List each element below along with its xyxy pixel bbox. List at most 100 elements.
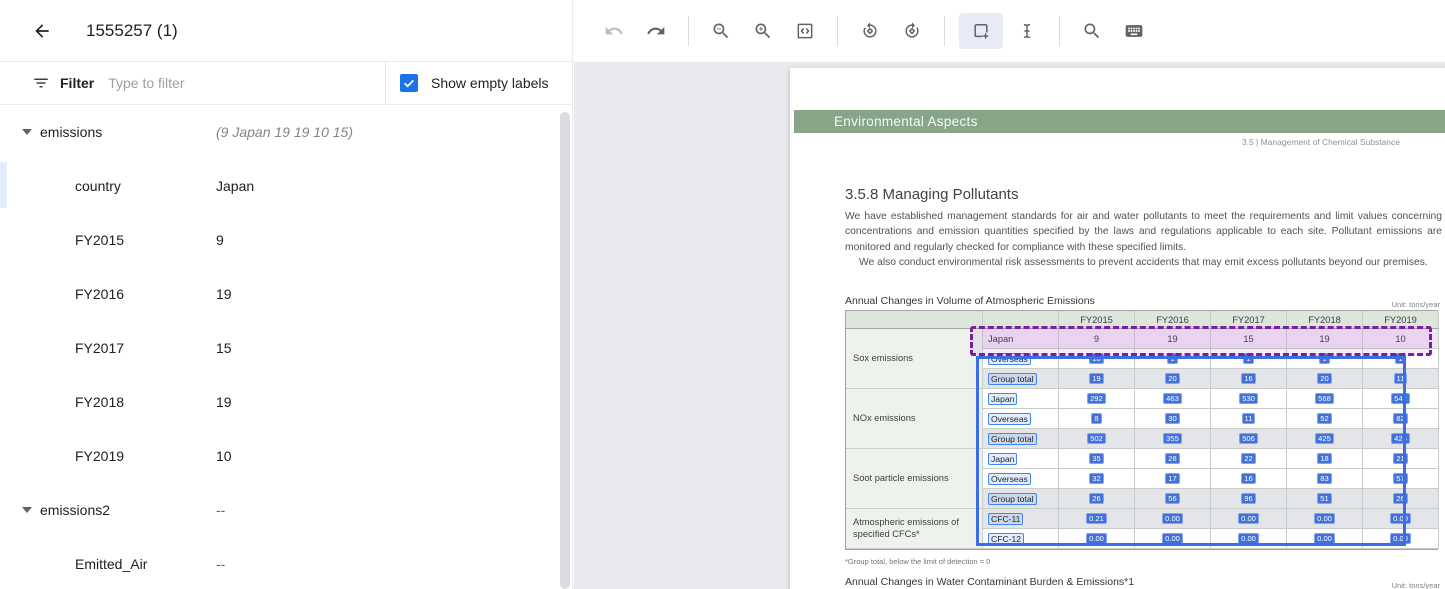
field-row-fy2018[interactable]: FY201819 <box>0 375 560 429</box>
annotated-value[interactable]: 425 <box>1315 433 1334 444</box>
annotated-value[interactable]: 0.00 <box>1238 533 1259 544</box>
annotated-value[interactable]: 22 <box>1241 453 1255 464</box>
table-value-cell[interactable]: 19 <box>1287 329 1363 349</box>
annotated-label[interactable]: Japan <box>988 453 1017 465</box>
annotated-value[interactable]: 19 <box>1089 373 1103 384</box>
table-value-cell[interactable]: 530 <box>1211 389 1287 409</box>
annotated-value[interactable]: 30 <box>1165 413 1179 424</box>
fit-to-width-button[interactable] <box>787 13 823 49</box>
annotated-label[interactable]: Overseas <box>988 353 1031 365</box>
add-bounding-box-button[interactable] <box>959 13 1003 49</box>
annotated-value[interactable]: 1 <box>1167 353 1177 364</box>
table-value-cell[interactable]: 568 <box>1287 389 1363 409</box>
table-value-cell[interactable]: 21 <box>1363 449 1439 469</box>
table-value-cell[interactable]: 1 <box>1363 349 1439 369</box>
annotated-value[interactable]: 16 <box>1241 473 1255 484</box>
annotated-value[interactable]: 502 <box>1087 433 1106 444</box>
table-row-label-cell[interactable]: Japan <box>983 389 1059 409</box>
annotated-value[interactable]: 1 <box>1395 353 1405 364</box>
annotated-value[interactable]: 0.00 <box>1086 533 1107 544</box>
table-value-cell[interactable]: 0.00 <box>1363 529 1439 549</box>
annotated-value[interactable]: 530 <box>1239 393 1258 404</box>
table-value-cell[interactable]: 16 <box>1211 469 1287 489</box>
table-value-cell[interactable]: 506 <box>1211 429 1287 449</box>
table-row-label-cell[interactable]: Japan <box>983 329 1059 349</box>
annotated-value[interactable]: 11 <box>1394 373 1408 384</box>
annotated-value[interactable]: 52 <box>1317 413 1331 424</box>
table-value-cell[interactable]: 1 <box>1287 349 1363 369</box>
table-value-cell[interactable]: 8 <box>1059 409 1135 429</box>
field-row-fy2015[interactable]: FY20159 <box>0 213 560 267</box>
annotated-value[interactable]: 506 <box>1239 433 1258 444</box>
rotate-right-button[interactable] <box>894 13 930 49</box>
annotated-label[interactable]: Group total <box>988 493 1037 505</box>
table-value-cell[interactable]: 35 <box>1059 449 1135 469</box>
field-row-emissions[interactable]: emissions(9 Japan 19 19 10 15) <box>0 105 560 159</box>
keyboard-shortcuts-button[interactable] <box>1116 13 1152 49</box>
collapse-triangle-icon[interactable] <box>22 507 32 513</box>
table-value-cell[interactable]: 19 <box>1059 369 1135 389</box>
annotated-value[interactable]: 463 <box>1163 393 1182 404</box>
table-value-cell[interactable]: 26 <box>1059 489 1135 509</box>
table-value-cell[interactable]: 425 <box>1287 429 1363 449</box>
annotated-value[interactable]: 32 <box>1089 473 1103 484</box>
annotated-label[interactable]: Group total <box>988 373 1037 385</box>
annotated-value[interactable]: 11 <box>1242 413 1256 424</box>
table-value-cell[interactable]: 17 <box>1135 469 1211 489</box>
table-value-cell[interactable]: 355 <box>1135 429 1211 449</box>
table-value-cell[interactable]: 0.21 <box>1059 509 1135 529</box>
annotated-value[interactable]: 20 <box>1165 373 1179 384</box>
redo-button[interactable] <box>638 13 674 49</box>
table-value-cell[interactable]: 542 <box>1363 389 1439 409</box>
annotated-value[interactable]: 1 <box>1243 353 1253 364</box>
table-value-cell[interactable]: 1 <box>1135 349 1211 369</box>
table-row-label-cell[interactable]: Group total <box>983 489 1059 509</box>
search-button[interactable] <box>1074 13 1110 49</box>
table-value-cell[interactable]: 0.00 <box>1211 529 1287 549</box>
field-row-fy2017[interactable]: FY201715 <box>0 321 560 375</box>
annotated-value[interactable]: 0.00 <box>1390 533 1411 544</box>
table-value-cell[interactable]: 10 <box>1363 329 1439 349</box>
table-value-cell[interactable]: 19 <box>1135 329 1211 349</box>
table-value-cell[interactable]: 463 <box>1135 389 1211 409</box>
field-row-emissions2[interactable]: emissions2-- <box>0 483 560 537</box>
annotated-value[interactable]: 57 <box>1393 473 1407 484</box>
table-value-cell[interactable]: 15 <box>1211 329 1287 349</box>
table-value-cell[interactable]: 51 <box>1287 489 1363 509</box>
table-value-cell[interactable]: 18 <box>1287 449 1363 469</box>
annotated-value[interactable]: 16 <box>1241 373 1255 384</box>
table-row-label-cell[interactable]: Group total <box>983 369 1059 389</box>
annotated-value[interactable]: 355 <box>1163 433 1182 444</box>
field-row-country[interactable]: countryJapan <box>0 159 560 213</box>
annotated-value[interactable]: 21 <box>1393 453 1407 464</box>
table-row-label-cell[interactable]: Overseas <box>983 409 1059 429</box>
table-value-cell[interactable]: 1 <box>1211 349 1287 369</box>
document-canvas[interactable]: Environmental Aspects 3.5 | Management o… <box>574 62 1445 589</box>
table-value-cell[interactable]: 96 <box>1211 489 1287 509</box>
rotate-left-button[interactable] <box>852 13 888 49</box>
table-value-cell[interactable]: 0.00 <box>1135 529 1211 549</box>
annotated-value[interactable]: 51 <box>1317 493 1331 504</box>
field-row-emitted_air[interactable]: Emitted_Air-- <box>0 537 560 589</box>
annotated-label[interactable]: CFC-12 <box>988 533 1024 545</box>
annotated-value[interactable]: 0.00 <box>1314 513 1335 524</box>
annotated-value[interactable]: 542 <box>1391 393 1410 404</box>
table-row-label-cell[interactable]: CFC-11 <box>983 509 1059 529</box>
annotated-value[interactable]: 0.21 <box>1086 513 1107 524</box>
annotated-value[interactable]: 83 <box>1317 473 1331 484</box>
annotated-value[interactable]: 82 <box>1393 413 1407 424</box>
field-row-fy2019[interactable]: FY201910 <box>0 429 560 483</box>
table-value-cell[interactable]: 11 <box>1363 369 1439 389</box>
checkbox-checked-icon[interactable] <box>400 74 418 92</box>
table-value-cell[interactable]: 11 <box>1211 409 1287 429</box>
table-value-cell[interactable]: 0.00 <box>1135 509 1211 529</box>
table-value-cell[interactable]: 425 <box>1363 429 1439 449</box>
text-select-button[interactable] <box>1009 13 1045 49</box>
annotated-value[interactable]: 0.00 <box>1162 513 1183 524</box>
annotated-value[interactable]: 0.00 <box>1162 533 1183 544</box>
annotated-value[interactable]: 8 <box>1091 413 1101 424</box>
table-value-cell[interactable]: 83 <box>1287 469 1363 489</box>
table-value-cell[interactable]: 0.00 <box>1059 529 1135 549</box>
annotated-label[interactable]: Group total <box>988 433 1037 445</box>
table-value-cell[interactable]: 56 <box>1135 489 1211 509</box>
